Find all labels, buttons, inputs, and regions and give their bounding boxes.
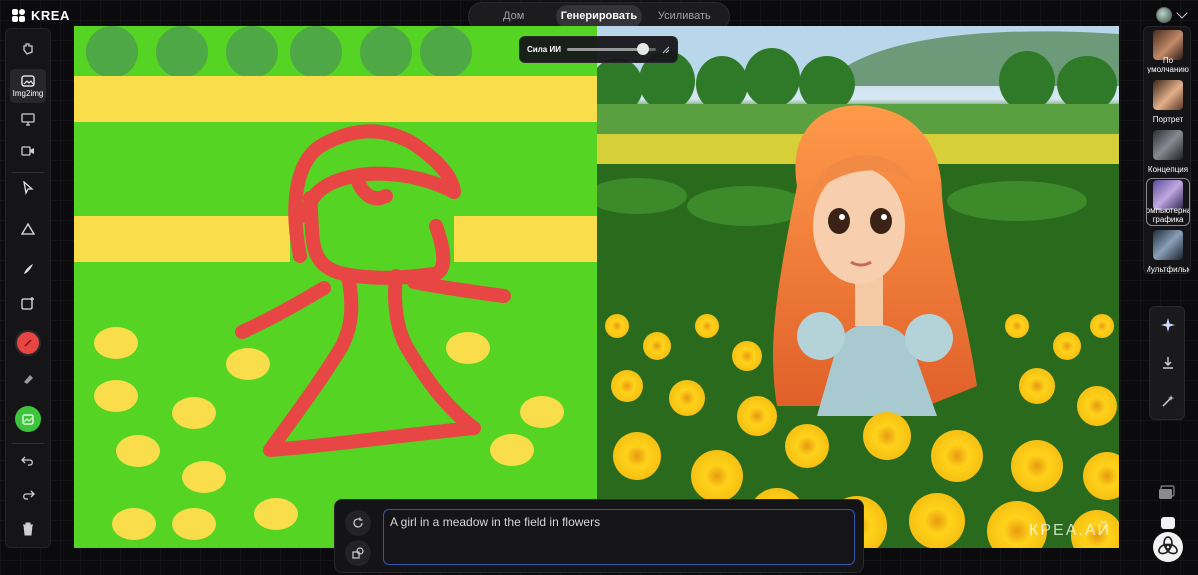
- redo-icon: [23, 490, 35, 500]
- krea-logo-icon: [12, 9, 25, 22]
- user-menu[interactable]: [1156, 7, 1188, 23]
- delete-button[interactable]: [10, 513, 46, 545]
- magic-wand-icon: [1162, 395, 1174, 407]
- shape-tool[interactable]: [10, 213, 46, 245]
- image-fill-icon: [22, 413, 34, 425]
- trash-icon: [23, 522, 33, 536]
- style-cg[interactable]: Компьютерная графика: [1146, 178, 1190, 226]
- undo-icon: [21, 456, 33, 466]
- left-toolbar: Img2img: [5, 28, 51, 548]
- drawing-canvas[interactable]: [74, 26, 597, 548]
- color-picker-tool[interactable]: [10, 327, 46, 359]
- color-picker-icon: [24, 339, 32, 347]
- tab-home[interactable]: Дом: [471, 5, 556, 28]
- tab-enhance[interactable]: Усиливать: [642, 5, 727, 28]
- style-portrait[interactable]: Портрет: [1147, 79, 1189, 125]
- download-icon: [1163, 357, 1173, 369]
- fill-image-button[interactable]: [15, 406, 41, 432]
- style-label: По умолчанию: [1147, 56, 1189, 74]
- layers-icon[interactable]: [1157, 484, 1177, 502]
- image-icon: [21, 74, 35, 87]
- tab-generate[interactable]: Генерировать: [556, 5, 642, 28]
- expand-icon[interactable]: [662, 46, 670, 54]
- style-concept[interactable]: Концепция: [1147, 129, 1189, 175]
- ai-strength-label: Сила ИИ: [527, 45, 561, 54]
- style-thumbnail: [1153, 130, 1183, 160]
- assistant-button[interactable]: [1151, 517, 1185, 563]
- style-label: Портрет: [1152, 115, 1184, 124]
- generated-image: КРЕА.АЙ: [597, 26, 1119, 548]
- img2img-label: Img2img: [12, 88, 44, 98]
- sketch-drawing: [74, 26, 597, 540]
- app-name: KREA: [31, 8, 70, 23]
- prompt-input[interactable]: A girl in a meadow in the field in flowe…: [383, 509, 855, 565]
- style-label: Компьютерная графика: [1147, 206, 1189, 224]
- style-label: Мультфильм: [1147, 265, 1189, 274]
- eraser-tool[interactable]: [10, 363, 46, 395]
- triangle-icon: [21, 222, 35, 235]
- ai-strength-control: Сила ИИ: [519, 36, 678, 63]
- active-color-swatch[interactable]: [15, 330, 41, 356]
- video-tool[interactable]: [10, 135, 46, 167]
- refresh-icon: [353, 517, 363, 528]
- ai-strength-slider[interactable]: [566, 43, 657, 55]
- cursor-icon: [23, 181, 34, 195]
- chevron-down-icon: [1176, 7, 1188, 19]
- monitor-icon: [21, 113, 35, 126]
- brush-icon: [24, 264, 33, 274]
- styles-panel: По умолчанию Портрет Концепция Компьютер…: [1143, 26, 1191, 274]
- eraser-icon: [24, 375, 33, 384]
- image-prompt-button[interactable]: [345, 540, 371, 566]
- reset-prompt-button[interactable]: [345, 510, 371, 536]
- download-button[interactable]: [1154, 349, 1182, 377]
- magic-button[interactable]: [1154, 387, 1182, 415]
- style-default[interactable]: По умолчанию: [1147, 29, 1189, 75]
- brush-tool[interactable]: [10, 253, 46, 285]
- pan-hand-icon: [23, 43, 33, 55]
- generated-scene: [597, 26, 1119, 548]
- shapes-icon: [352, 547, 364, 559]
- watermark: КРЕА.АЙ: [1029, 522, 1111, 539]
- redo-button[interactable]: [10, 479, 46, 511]
- style-label: Концепция: [1147, 165, 1189, 174]
- prompt-panel: A girl in a meadow in the field in flowe…: [334, 499, 864, 573]
- select-tool[interactable]: [10, 172, 46, 204]
- fill-image-tool[interactable]: [10, 403, 46, 435]
- add-image-icon: [21, 297, 34, 310]
- krea-logo[interactable]: KREA: [12, 8, 70, 23]
- style-thumbnail: [1153, 230, 1183, 260]
- style-cartoon[interactable]: Мультфильм: [1147, 229, 1189, 275]
- style-thumbnail: [1153, 80, 1183, 110]
- pan-tool[interactable]: [10, 33, 46, 65]
- slider-thumb[interactable]: [637, 43, 650, 55]
- screen-tool[interactable]: [10, 103, 46, 135]
- enhance-button[interactable]: [1154, 311, 1182, 339]
- sparkle-icon: [1161, 318, 1175, 332]
- undo-button[interactable]: [10, 445, 46, 477]
- img2img-tool[interactable]: Img2img: [10, 69, 46, 103]
- add-image-tool[interactable]: [10, 287, 46, 319]
- avatar: [1156, 7, 1172, 23]
- image-actions: [1149, 306, 1185, 420]
- video-icon: [21, 146, 34, 156]
